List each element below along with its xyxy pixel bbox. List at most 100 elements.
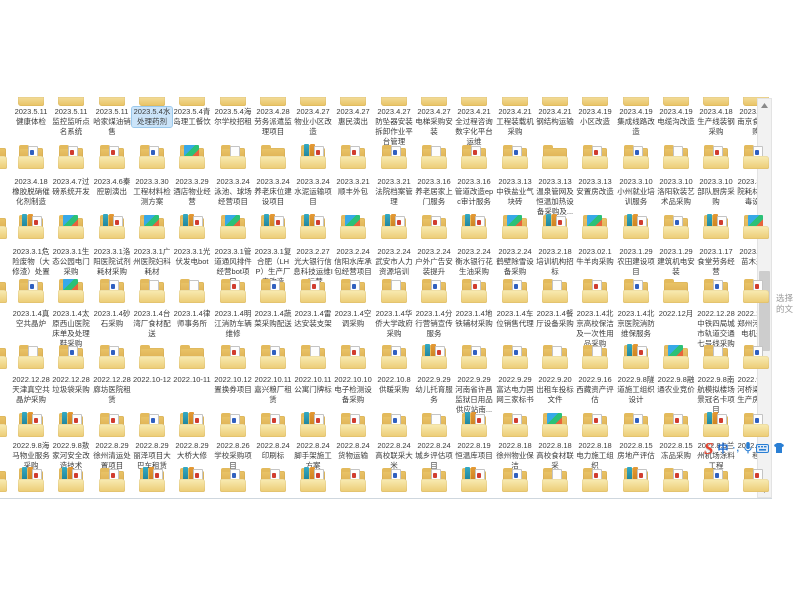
folder-icon xyxy=(18,215,44,239)
folder-icon xyxy=(58,145,84,169)
folder-icon-clipped-top[interactable] xyxy=(139,97,165,106)
keyboard-icon[interactable] xyxy=(756,444,769,453)
folder-icon xyxy=(99,468,125,492)
folder-item-label: 2022.8.29徐州清运处置项目 xyxy=(92,441,132,471)
folder-icon xyxy=(18,413,44,437)
folder-icon xyxy=(502,145,528,169)
folder-item-label: 2023.3.1危险废物（大修渣）处置 xyxy=(11,247,51,277)
folder-icon-clipped-top[interactable] xyxy=(58,97,84,106)
folder-item-label: 2023.1.29建筑机电安装 xyxy=(656,247,696,277)
folder-icon-clipped-top[interactable] xyxy=(542,97,568,106)
folder-item-label: 2022.8.24城乡评估项目 xyxy=(414,441,454,471)
folder-item-label: 2023.4.18生产线装钢采购 xyxy=(696,107,736,137)
folder-icon-clipped-top[interactable] xyxy=(99,97,125,106)
folder-item-label: 2022.8.15房地产评估 xyxy=(616,441,656,461)
folder-icon xyxy=(340,145,366,169)
folder-icon-clipped-top[interactable] xyxy=(300,97,326,106)
folder-icon xyxy=(139,215,165,239)
folder-icon xyxy=(260,468,286,492)
folder-icon-clipped-top[interactable] xyxy=(381,97,407,106)
folder-icon xyxy=(340,215,366,239)
clipped-folder-icon xyxy=(0,279,7,303)
folder-item-label: 2023.2.18培训机构招标 xyxy=(535,247,575,277)
folder-item-label: 2022.12.28天津真空共晶炉采购 xyxy=(11,375,51,405)
folder-icon xyxy=(663,413,689,437)
folder-item-label: 2022.10.10电子检测设备采购 xyxy=(333,375,373,405)
folder-icon-clipped-top[interactable] xyxy=(220,97,246,106)
folder-item-label: 2022.8.18徐州物业保洁 xyxy=(495,441,535,471)
folder-icon xyxy=(220,145,246,169)
folder-item-label: 2023.3.13中铁盐业气块砖 xyxy=(495,177,535,207)
folder-item-label: 2022.8.15冻品采购 xyxy=(656,441,696,461)
folder-icon xyxy=(381,468,407,492)
folder-item-label: 2023.3.1生态公园电门采购 xyxy=(51,247,91,277)
clipped-folder-icon xyxy=(0,468,7,492)
folder-icon-clipped-top[interactable] xyxy=(260,97,286,106)
folder-icon xyxy=(542,145,568,169)
folder-item-label: 2023.1.17食堂劳务经营 xyxy=(696,247,736,277)
folder-icon xyxy=(99,413,125,437)
folder-item-label: 2023.3.10部队厨房采购 xyxy=(696,177,736,207)
folder-item-label: 2023.2.24衡水银行花生油采购 xyxy=(454,247,494,277)
folder-icon xyxy=(381,413,407,437)
folder-item-label: 2023.2.24信阳水库承包经营项目 xyxy=(333,247,373,277)
folder-icon xyxy=(502,279,528,303)
ime-punctuation-icon[interactable]: ·, xyxy=(732,443,740,453)
clipped-folder-icon xyxy=(0,145,7,169)
folder-icon xyxy=(139,279,165,303)
folder-item-label: 2022.10.11嘉兴粮厂租赁 xyxy=(253,375,293,405)
folder-icon xyxy=(421,145,447,169)
folder-icon xyxy=(703,413,729,437)
folder-icon xyxy=(381,145,407,169)
folder-item-label: 2023.1.4明江消防车辆维修 xyxy=(213,309,253,339)
sogou-logo-icon[interactable]: S xyxy=(704,440,713,457)
folder-icon xyxy=(18,145,44,169)
microphone-icon[interactable] xyxy=(744,442,752,454)
folder-item-label: 2023.1.29农田建设项目 xyxy=(616,247,656,277)
folder-item-label: 2023.02.1牛羊肉采购 xyxy=(575,247,615,267)
folder-item-label: 2023.1.4北京高校保洁及一次性用品采购 xyxy=(575,309,615,349)
folder-icon xyxy=(582,413,608,437)
ime-language-toggle[interactable]: 中 xyxy=(717,440,728,456)
folder-icon-clipped-top[interactable] xyxy=(461,97,487,106)
folder-icon-clipped-top[interactable] xyxy=(179,97,205,106)
folder-item-label: 2022.8.26学校采购项目 xyxy=(213,441,253,471)
folder-icon-clipped-top[interactable] xyxy=(421,97,447,106)
folder-icon xyxy=(461,145,487,169)
folder-icon xyxy=(703,279,729,303)
folder-icon xyxy=(663,145,689,169)
folder-icon-clipped-top[interactable] xyxy=(582,97,608,106)
folder-icon xyxy=(179,345,205,369)
folder-icon xyxy=(300,413,326,437)
folder-icon-clipped-top[interactable] xyxy=(663,97,689,106)
desktop-stage: 2023.5.11健康体检2023.5.11监控监听点名系统2023.5.11哈… xyxy=(0,0,800,600)
folder-item-label: 2023.3.21法院档案管理 xyxy=(374,177,414,207)
folder-icon-clipped-top[interactable] xyxy=(340,97,366,106)
ime-toolbar[interactable]: S 中 ·, xyxy=(704,438,785,458)
folder-icon-clipped-top[interactable] xyxy=(623,97,649,106)
folder-item-label: 2023.5.11哈家煤油销售 xyxy=(92,107,132,137)
folder-icon xyxy=(542,215,568,239)
folder-icon xyxy=(663,345,689,369)
folder-icon-clipped-top[interactable] xyxy=(703,97,729,106)
folder-item-label: 2022.8.29大桥大修 xyxy=(172,441,212,461)
folder-item-label: 2023.1.4分行营销宣传服务 xyxy=(414,309,454,339)
folder-item-label: 2023.3.16管道改造epc审计服务 xyxy=(454,177,494,207)
folder-item-label: 2023.3.24养老床位建设项目 xyxy=(253,177,293,207)
folder-icon-clipped-top[interactable] xyxy=(502,97,528,106)
folder-item-label: 2023.1.4太原西山医院床单及处理鞋采购 xyxy=(51,309,91,349)
folder-icon xyxy=(179,215,205,239)
scroll-up-arrow-icon[interactable] xyxy=(758,99,771,112)
folder-icon xyxy=(502,468,528,492)
folder-icon xyxy=(18,345,44,369)
folder-icon xyxy=(340,413,366,437)
clipped-folder-icon xyxy=(0,345,7,369)
folder-item-label: 2023.1.4律师事务所 xyxy=(172,309,212,329)
folder-item-label: 2023.1.4北京医院消防维保服务 xyxy=(616,309,656,339)
folder-icon xyxy=(99,215,125,239)
skin-shirt-icon[interactable] xyxy=(773,443,785,453)
clipped-folder-icon xyxy=(0,413,7,437)
folder-item-label: 2022.12.28垃圾袋采购 xyxy=(51,375,91,395)
folder-icon-clipped-top[interactable] xyxy=(18,97,44,106)
folder-icon xyxy=(663,279,689,303)
